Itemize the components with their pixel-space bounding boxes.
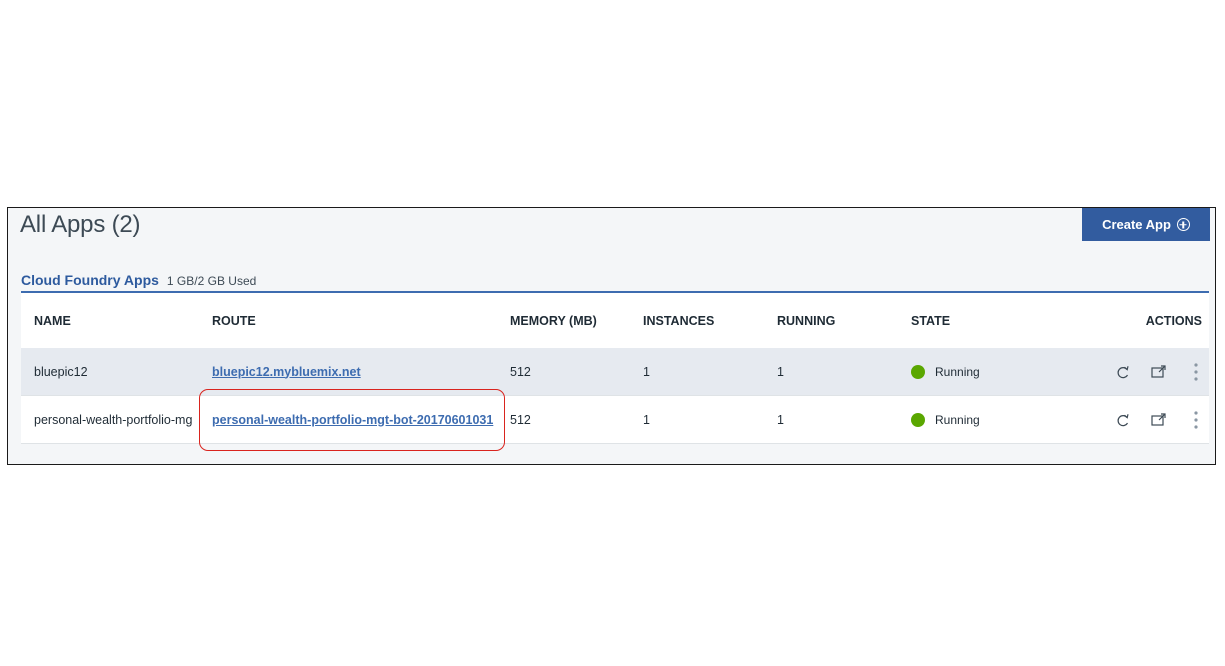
column-header-instances[interactable]: INSTANCES <box>643 293 763 348</box>
create-app-button-label: Create App <box>1102 217 1171 232</box>
app-route-link[interactable]: bluepic12.mybluemix.net <box>212 365 361 379</box>
app-name[interactable]: personal-wealth-portfolio-mg <box>34 396 209 443</box>
column-header-memory[interactable]: MEMORY (MB) <box>510 293 630 348</box>
page-title: All Apps (2) <box>20 211 141 238</box>
status-dot-icon <box>911 412 925 427</box>
section-header: Cloud Foundry Apps 1 GB/2 GB Used <box>21 272 256 288</box>
app-running: 1 <box>777 364 784 379</box>
app-instances: 1 <box>643 364 650 379</box>
table-row[interactable]: bluepic12 bluepic12.mybluemix.net 512 1 … <box>21 348 1209 396</box>
column-header-name[interactable]: NAME <box>34 293 209 348</box>
section-title[interactable]: Cloud Foundry Apps <box>21 272 159 288</box>
app-route-link[interactable]: personal-wealth-portfolio-mgt-bot-201706… <box>212 413 493 427</box>
app-memory: 512 <box>510 364 531 379</box>
apps-panel: All Apps (2) Create App Cloud Foundry Ap… <box>7 207 1216 465</box>
app-state: Running <box>911 396 1061 443</box>
table-header: NAME ROUTE MEMORY (MB) INSTANCES RUNNING… <box>21 293 1209 348</box>
overflow-menu-icon[interactable] <box>1189 396 1203 443</box>
column-header-running[interactable]: RUNNING <box>777 293 897 348</box>
app-name[interactable]: bluepic12 <box>34 348 209 395</box>
memory-usage: 1 GB/2 GB Used <box>166 274 257 288</box>
restart-icon[interactable] <box>1113 396 1133 443</box>
open-external-icon[interactable] <box>1149 396 1169 443</box>
restart-icon[interactable] <box>1113 348 1133 395</box>
column-header-actions: ACTIONS <box>1145 313 1202 328</box>
app-running: 1 <box>777 412 784 427</box>
app-state-label: Running <box>935 364 980 379</box>
column-header-route[interactable]: ROUTE <box>212 293 505 348</box>
table-row[interactable]: personal-wealth-portfolio-mg personal-we… <box>21 396 1209 444</box>
app-state: Running <box>911 348 1061 395</box>
apps-table: NAME ROUTE MEMORY (MB) INSTANCES RUNNING… <box>21 293 1209 446</box>
plus-circle-icon <box>1176 218 1190 231</box>
app-instances: 1 <box>643 412 650 427</box>
overflow-menu-icon[interactable] <box>1189 348 1203 395</box>
create-app-button[interactable]: Create App <box>1082 208 1210 241</box>
app-memory: 512 <box>510 412 531 427</box>
status-dot-icon <box>911 364 925 379</box>
column-header-state[interactable]: STATE <box>911 293 1061 348</box>
open-external-icon[interactable] <box>1149 348 1169 395</box>
app-state-label: Running <box>935 412 980 427</box>
